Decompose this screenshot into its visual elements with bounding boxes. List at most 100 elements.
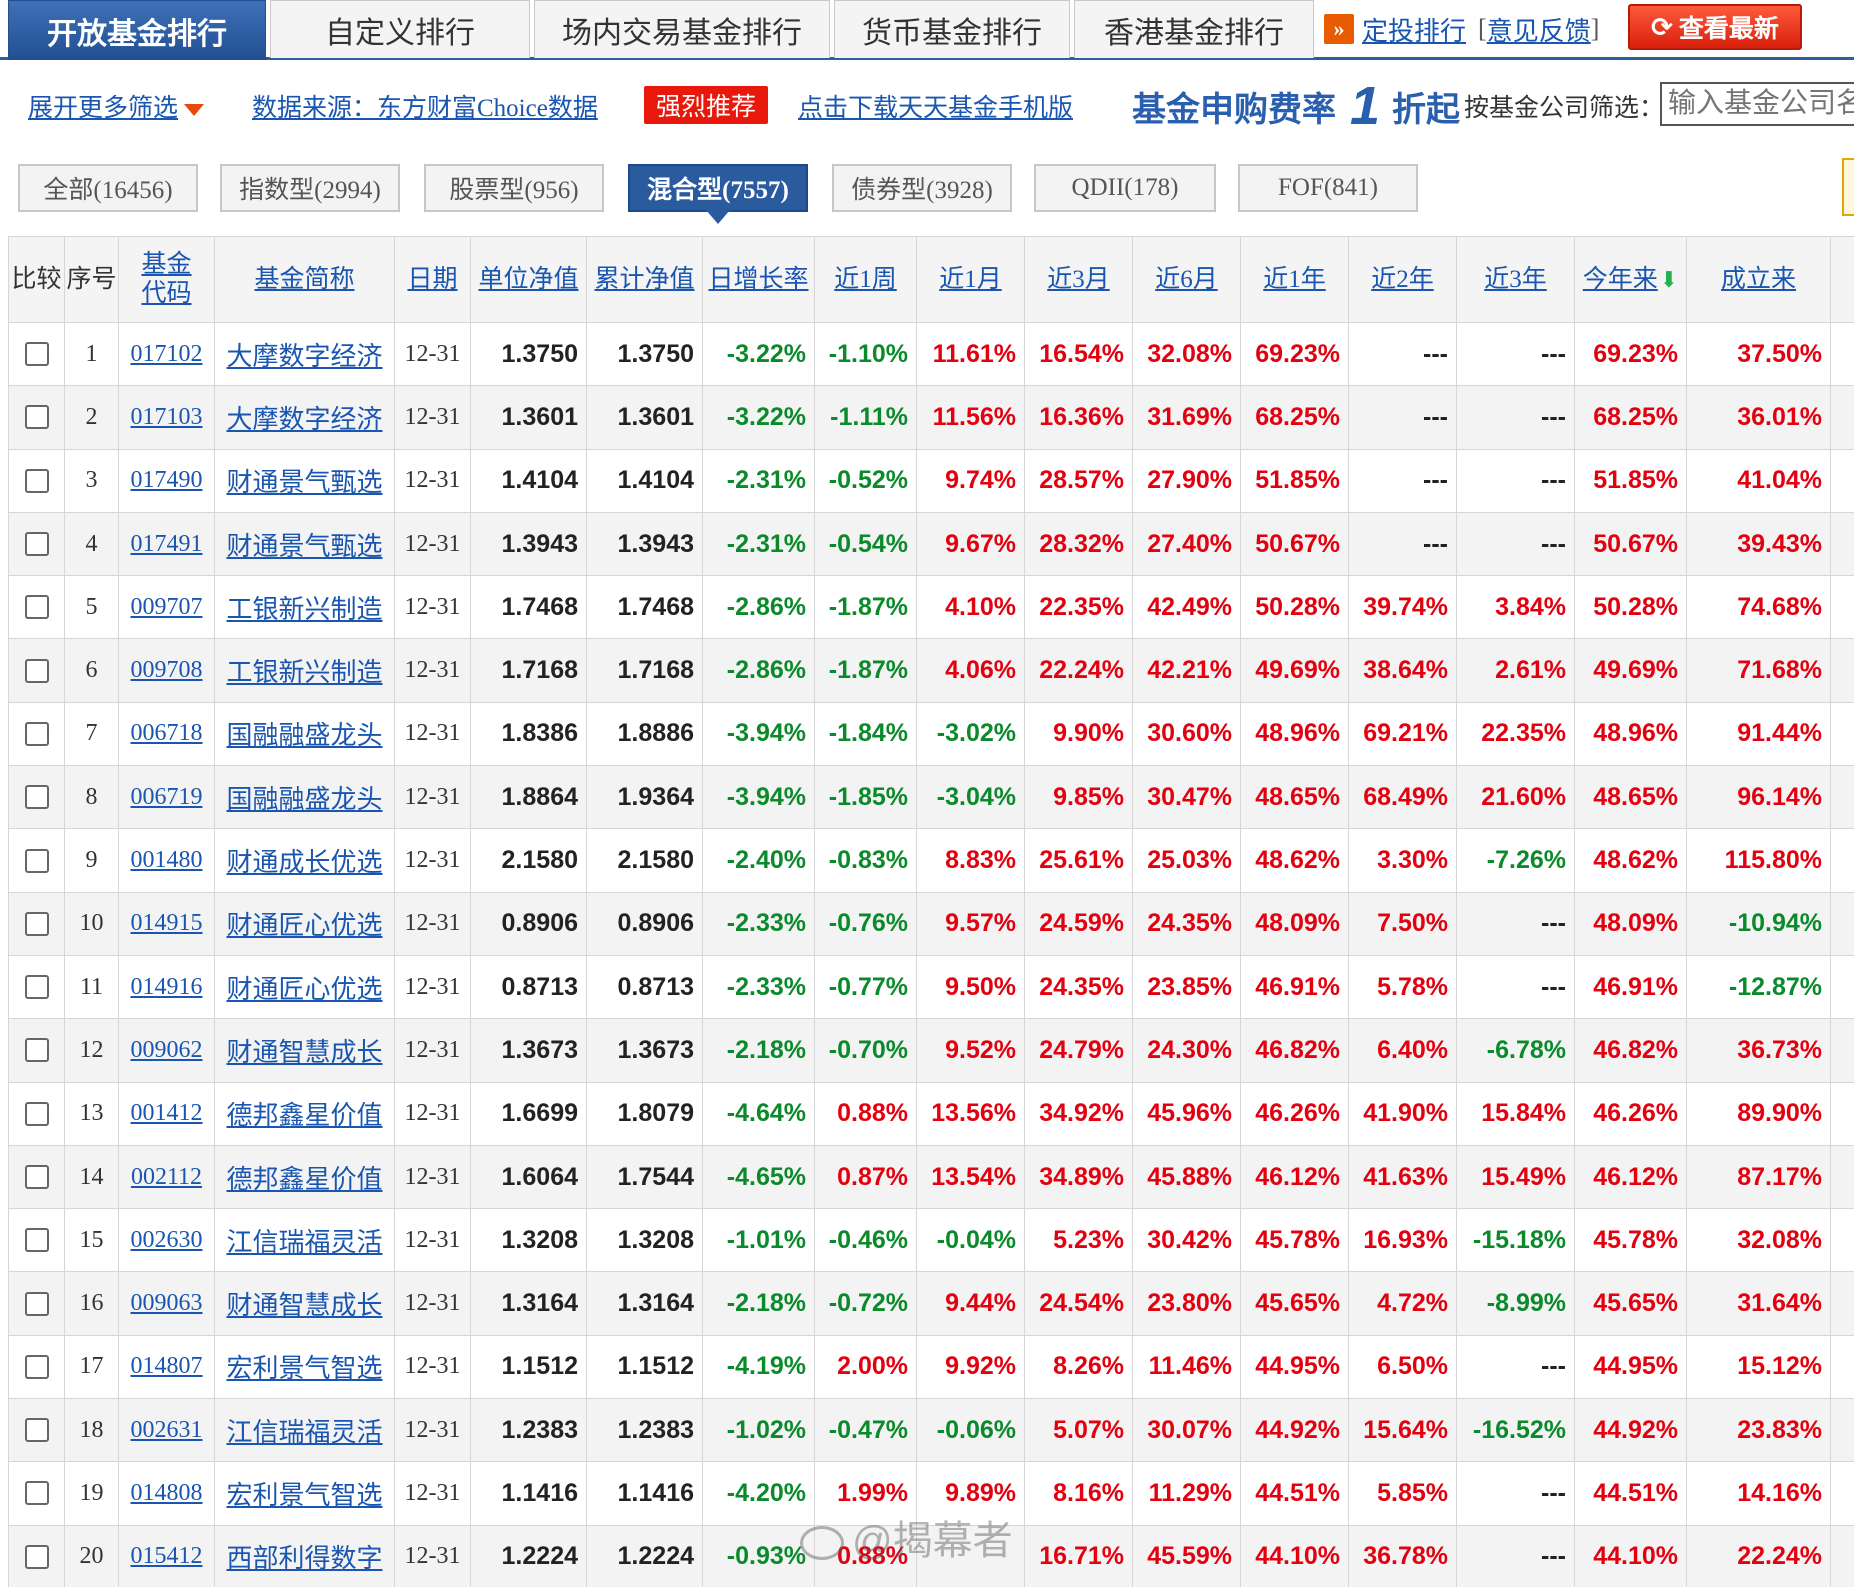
view-latest-button[interactable]: ⟳ 查看最新 xyxy=(1628,4,1802,50)
fund-name-link[interactable]: 德邦鑫星价值 xyxy=(226,1101,382,1130)
compare-checkbox[interactable] xyxy=(24,848,49,873)
fee-discount-banner[interactable]: 基金申购费率 1 折起 xyxy=(1132,76,1460,136)
fund-name-link[interactable]: 德邦鑫星价值 xyxy=(226,1165,382,1194)
tab-exchange-fund-ranking[interactable]: 场内交易基金排行 xyxy=(534,0,830,58)
compare-checkbox-cell[interactable] xyxy=(8,511,65,577)
fund-code-link-cell[interactable]: 009063 xyxy=(118,1271,215,1336)
compare-checkbox-cell[interactable] xyxy=(8,828,65,893)
compare-checkbox-cell[interactable] xyxy=(8,385,65,450)
fund-code-link-cell[interactable]: 001412 xyxy=(118,1081,215,1146)
tab-money-fund-ranking[interactable]: 货币基金排行 xyxy=(834,0,1070,58)
compare-checkbox[interactable] xyxy=(24,1228,49,1253)
fund-name-link[interactable]: 江信瑞福灵活 xyxy=(226,1228,382,1257)
fund-name-link-cell[interactable]: 德邦鑫星价值 xyxy=(214,1144,395,1210)
compare-checkbox[interactable] xyxy=(24,721,49,746)
compare-checkbox[interactable] xyxy=(24,595,49,620)
fund-code-link[interactable]: 006719 xyxy=(131,784,203,810)
compare-checkbox-cell[interactable] xyxy=(8,891,65,956)
compare-checkbox-cell[interactable] xyxy=(8,575,65,640)
fund-name-link-cell[interactable]: 江信瑞福灵活 xyxy=(214,1398,395,1463)
fund-name-link[interactable]: 财通景气甄选 xyxy=(226,532,382,561)
fund-code-link-cell[interactable]: 014916 xyxy=(118,954,215,1020)
compare-checkbox[interactable] xyxy=(24,785,49,810)
compare-checkbox-cell[interactable] xyxy=(8,1208,65,1273)
fund-code-link-cell[interactable]: 014807 xyxy=(118,1334,215,1400)
fund-name-link-cell[interactable]: 财通景气甄选 xyxy=(214,448,395,513)
header-2y[interactable]: 近2年 xyxy=(1348,236,1457,323)
fund-name-link[interactable]: 财通景气甄选 xyxy=(226,468,382,497)
fund-code-link[interactable]: 014916 xyxy=(131,974,203,1000)
compare-checkbox-cell[interactable] xyxy=(8,765,65,830)
fund-code-link-cell[interactable]: 017491 xyxy=(118,511,215,577)
fund-code-link-cell[interactable]: 002112 xyxy=(118,1144,215,1210)
fund-code-link[interactable]: 009708 xyxy=(131,657,203,683)
fund-name-link[interactable]: 国融融盛龙头 xyxy=(226,721,382,750)
fund-code-link[interactable]: 017102 xyxy=(131,341,203,367)
feedback-link[interactable]: 意见反馈 xyxy=(1487,11,1591,48)
category-index[interactable]: 指数型(2994) xyxy=(220,164,400,212)
fund-code-link[interactable]: 006718 xyxy=(131,720,203,746)
fund-name-link-cell[interactable]: 西部利得数字 xyxy=(214,1524,395,1587)
compare-checkbox-cell[interactable] xyxy=(8,448,65,513)
fund-code-link-cell[interactable]: 015412 xyxy=(118,1524,215,1587)
fund-code-link-cell[interactable]: 009707 xyxy=(118,575,215,640)
category-more-edge[interactable] xyxy=(1842,158,1854,216)
fund-name-link[interactable]: 财通匠心优选 xyxy=(226,975,382,1004)
compare-checkbox[interactable] xyxy=(24,342,49,367)
fund-name-link-cell[interactable]: 宏利景气智选 xyxy=(214,1461,395,1526)
fund-code-link[interactable]: 017491 xyxy=(131,531,203,557)
category-qdii[interactable]: QDII(178) xyxy=(1034,164,1216,212)
compare-checkbox[interactable] xyxy=(24,532,49,557)
fund-name-link-cell[interactable]: 财通成长优选 xyxy=(214,828,395,893)
compare-checkbox[interactable] xyxy=(24,911,49,936)
download-app-link[interactable]: 点击下载天天基金手机版 xyxy=(798,88,1073,124)
compare-checkbox-cell[interactable] xyxy=(8,1524,65,1587)
fund-code-link[interactable]: 001412 xyxy=(131,1100,203,1126)
compare-checkbox[interactable] xyxy=(24,1481,49,1506)
compare-checkbox-cell[interactable] xyxy=(8,954,65,1020)
fund-code-link[interactable]: 015412 xyxy=(131,1543,203,1569)
header-1m[interactable]: 近1月 xyxy=(916,236,1025,323)
header-code[interactable]: 基金代码 xyxy=(118,236,215,323)
compare-checkbox[interactable] xyxy=(24,1544,49,1569)
fund-name-link-cell[interactable]: 财通智慧成长 xyxy=(214,1271,395,1336)
company-filter-input[interactable] xyxy=(1660,82,1854,126)
fund-code-link[interactable]: 001480 xyxy=(131,847,203,873)
header-3y[interactable]: 近3年 xyxy=(1456,236,1575,323)
fund-code-link[interactable]: 002112 xyxy=(131,1164,202,1190)
compare-checkbox[interactable] xyxy=(24,1291,49,1316)
fund-code-link[interactable]: 017103 xyxy=(131,404,203,430)
compare-checkbox-cell[interactable] xyxy=(8,701,65,767)
tab-custom-ranking[interactable]: 自定义排行 xyxy=(270,0,530,58)
compare-checkbox-cell[interactable] xyxy=(8,638,65,703)
fund-name-link[interactable]: 工银新兴制造 xyxy=(226,658,382,687)
compare-checkbox-cell[interactable] xyxy=(8,1018,65,1083)
fund-code-link-cell[interactable]: 009062 xyxy=(118,1018,215,1083)
header-nav[interactable]: 单位净值 xyxy=(470,236,587,323)
fund-name-link-cell[interactable]: 宏利景气智选 xyxy=(214,1334,395,1400)
fund-name-link-cell[interactable]: 大摩数字经济 xyxy=(214,385,395,450)
category-hybrid[interactable]: 混合型(7557) xyxy=(628,164,808,224)
fund-code-link-cell[interactable]: 009708 xyxy=(118,638,215,703)
fund-code-link-cell[interactable]: 017490 xyxy=(118,448,215,513)
fund-code-link[interactable]: 014915 xyxy=(131,910,203,936)
fund-name-link[interactable]: 财通智慧成长 xyxy=(226,1291,382,1320)
header-date[interactable]: 日期 xyxy=(394,236,471,323)
header-since[interactable]: 成立来 xyxy=(1686,236,1831,323)
fund-name-link-cell[interactable]: 江信瑞福灵活 xyxy=(214,1208,395,1273)
fund-code-link[interactable]: 009707 xyxy=(131,594,203,620)
category-all[interactable]: 全部(16456) xyxy=(18,164,198,212)
fund-code-link[interactable]: 009063 xyxy=(131,1290,203,1316)
category-fof[interactable]: FOF(841) xyxy=(1238,164,1418,212)
fund-name-link-cell[interactable]: 工银新兴制造 xyxy=(214,575,395,640)
fund-code-link[interactable]: 014807 xyxy=(131,1353,203,1379)
compare-checkbox-cell[interactable] xyxy=(8,1461,65,1526)
tab-open-fund-ranking[interactable]: 开放基金排行 xyxy=(8,0,266,60)
compare-checkbox-cell[interactable] xyxy=(8,1271,65,1336)
fund-code-link-cell[interactable]: 002630 xyxy=(118,1208,215,1273)
fund-code-link-cell[interactable]: 014915 xyxy=(118,891,215,956)
fund-code-link-cell[interactable]: 017102 xyxy=(118,321,215,387)
data-source-link[interactable]: 数据来源：东方财富Choice数据 xyxy=(252,88,598,124)
fund-name-link-cell[interactable]: 财通匠心优选 xyxy=(214,891,395,956)
compare-checkbox[interactable] xyxy=(24,1038,49,1063)
